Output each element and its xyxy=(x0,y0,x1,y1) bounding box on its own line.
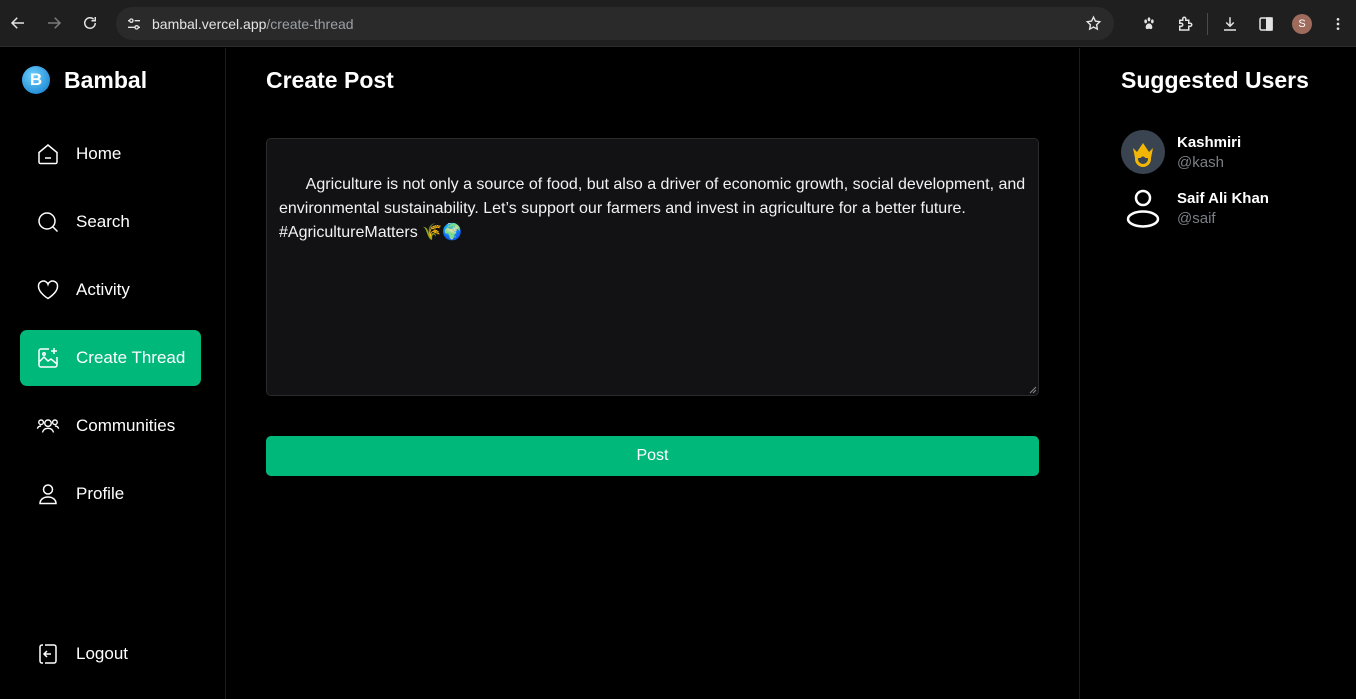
url-path: /create-thread xyxy=(266,15,354,32)
forward-button[interactable] xyxy=(36,0,72,47)
sidebar-item-profile[interactable]: Profile xyxy=(20,466,201,522)
arrow-left-icon xyxy=(10,17,24,29)
brand-name: Bambal xyxy=(64,66,148,93)
user-handle: @saif xyxy=(1177,209,1216,227)
avatar xyxy=(1121,130,1165,174)
browser-menu-button[interactable] xyxy=(1320,0,1356,47)
user-name: Kashmiri xyxy=(1177,133,1242,151)
suggested-users-title: Suggested Users xyxy=(1121,67,1309,93)
url-text: bambal.vercel.app/create-thread xyxy=(152,16,354,32)
user-icon xyxy=(36,482,60,506)
back-button[interactable] xyxy=(0,0,36,47)
sidebar-item-label: Create Thread xyxy=(76,348,186,367)
logout-button[interactable]: Logout xyxy=(20,626,201,682)
downloads-icon[interactable] xyxy=(1212,0,1248,47)
sidebar-item-home[interactable]: Home xyxy=(20,126,201,182)
brand[interactable]: B Bambal xyxy=(22,66,147,94)
sidebar-item-label: Communities xyxy=(76,416,176,435)
sidebar-item-search[interactable]: Search xyxy=(20,194,201,250)
side-panel-icon[interactable] xyxy=(1248,0,1284,47)
sidebar-item-label: Activity xyxy=(76,280,130,299)
resize-grip-icon[interactable] xyxy=(1029,386,1037,394)
browser-actions: S xyxy=(1131,0,1356,47)
heart-icon xyxy=(36,278,60,302)
avatar xyxy=(1121,186,1165,230)
sidebar-item-label: Home xyxy=(76,144,122,163)
user-name: Saif Ali Khan xyxy=(1177,189,1269,207)
communities-icon xyxy=(36,414,60,438)
extension-paw-icon[interactable] xyxy=(1131,0,1167,47)
sidebar-item-label: Profile xyxy=(76,484,125,503)
profile-avatar: S xyxy=(1292,13,1312,34)
arrow-right-icon xyxy=(48,17,62,29)
home-icon xyxy=(36,142,60,166)
more-vert-icon xyxy=(1336,17,1340,30)
create-thread-icon xyxy=(36,346,60,370)
search-icon xyxy=(36,210,60,234)
brand-logo-icon: B xyxy=(22,66,50,94)
suggested-user[interactable]: Saif Ali Khan @saif xyxy=(1121,186,1269,230)
url-host: bambal.vercel.app xyxy=(152,15,267,32)
suggested-user[interactable]: Kashmiri @kash xyxy=(1121,130,1241,174)
user-outline-icon xyxy=(1126,189,1160,228)
profile-button[interactable]: S xyxy=(1284,0,1320,47)
sidebar-item-communities[interactable]: Communities xyxy=(20,398,201,454)
reload-button[interactable] xyxy=(72,0,108,47)
left-sidebar: B Bambal Home Search Activity Create Thr… xyxy=(0,48,226,699)
crown-avatar-icon xyxy=(1133,143,1153,167)
sidebar-item-create-thread[interactable]: Create Thread xyxy=(20,330,201,386)
browser-toolbar: bambal.vercel.app/create-thread S xyxy=(0,0,1356,47)
post-text: Agriculture is not only a source of food… xyxy=(279,176,1030,241)
logout-label: Logout xyxy=(76,644,128,663)
bookmark-star-icon[interactable] xyxy=(1085,15,1102,37)
user-handle: @kash xyxy=(1177,153,1224,171)
page-title: Create Post xyxy=(266,67,394,93)
app-root: B Bambal Home Search Activity Create Thr… xyxy=(0,48,1356,699)
address-bar[interactable]: bambal.vercel.app/create-thread xyxy=(116,7,1114,40)
reload-icon xyxy=(84,17,96,29)
extensions-puzzle-icon[interactable] xyxy=(1167,0,1203,47)
toolbar-separator xyxy=(1207,12,1208,35)
main-content: Create Post Agriculture is not only a so… xyxy=(226,48,1079,699)
right-sidebar: Suggested Users Kashmiri @kash Saif Ali … xyxy=(1079,48,1356,699)
logout-icon xyxy=(36,642,60,666)
sidebar-item-label: Search xyxy=(76,212,130,231)
post-textarea[interactable]: Agriculture is not only a source of food… xyxy=(266,138,1039,396)
sidebar-item-activity[interactable]: Activity xyxy=(20,262,201,318)
site-settings-icon[interactable] xyxy=(116,16,152,32)
post-button[interactable]: Post xyxy=(266,436,1039,476)
